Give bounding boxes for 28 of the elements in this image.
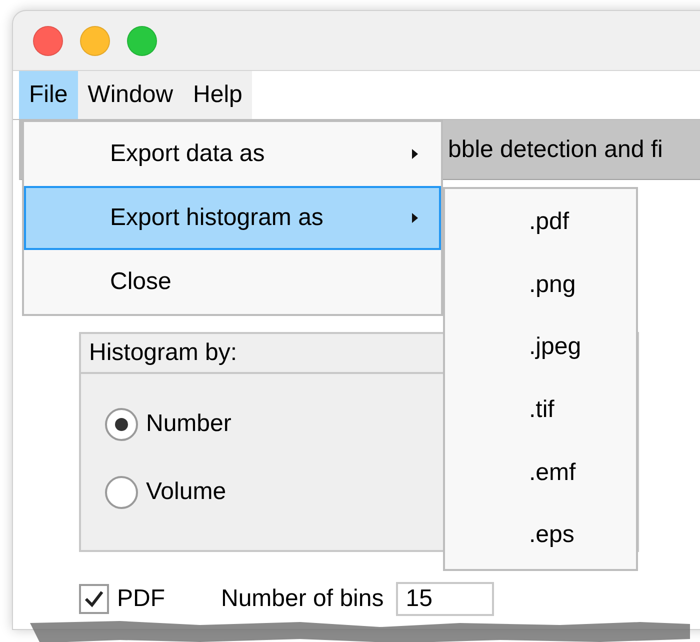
radio-label: Number [146,409,232,439]
submenu-entry[interactable]: .jpeg [445,316,636,379]
radio-button[interactable] [105,476,138,508]
bins-label: Number of bins [221,584,384,614]
menu-item[interactable]: Window [78,71,184,119]
radio-button[interactable] [105,408,138,440]
minimize-button[interactable] [80,26,110,56]
maximize-button[interactable] [127,26,157,56]
submenu-entry[interactable]: .eps [445,504,636,567]
submenu-entry[interactable]: .tif [445,378,636,442]
submenu-entry[interactable]: .png [445,254,636,316]
tab[interactable]: bble detection and fi [448,132,663,168]
menu-item[interactable]: File [19,71,78,119]
group-title: Histogram by: [89,338,238,368]
radio-label: Volume [146,477,226,507]
close-button[interactable] [33,26,63,56]
submenu-arrow-icon [411,212,419,224]
menu-item[interactable]: Help [183,71,252,119]
submenu-entry[interactable]: .pdf [445,191,636,254]
menu-entry[interactable]: Export data as [24,122,441,186]
checkbox-label: PDF [117,584,165,614]
menu-entry[interactable]: Export histogram as [24,186,441,250]
check-icon [83,588,105,610]
bins-field[interactable]: 15 [396,582,494,616]
pdf-checkbox[interactable] [79,584,109,614]
submenu-entry[interactable]: .emf [445,441,636,504]
menu-entry[interactable]: Close [24,250,441,314]
submenu-arrow-icon [411,148,419,160]
